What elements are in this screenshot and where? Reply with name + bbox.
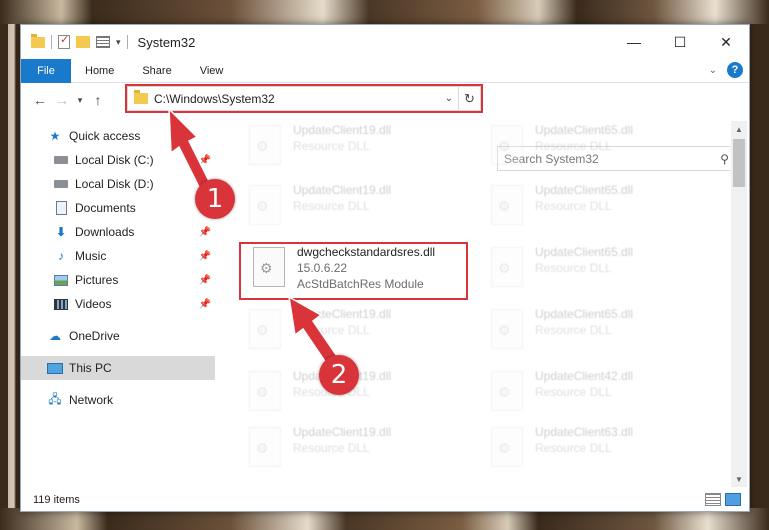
desktop-background-top (0, 0, 769, 24)
callout-number-1: 1 (195, 179, 235, 219)
callout-arrows (168, 107, 345, 375)
callout-number-2: 2 (319, 355, 359, 395)
file-explorer-window: ▾ System32 — ☐ ✕ File Home Share View ⌄ … (20, 24, 750, 512)
